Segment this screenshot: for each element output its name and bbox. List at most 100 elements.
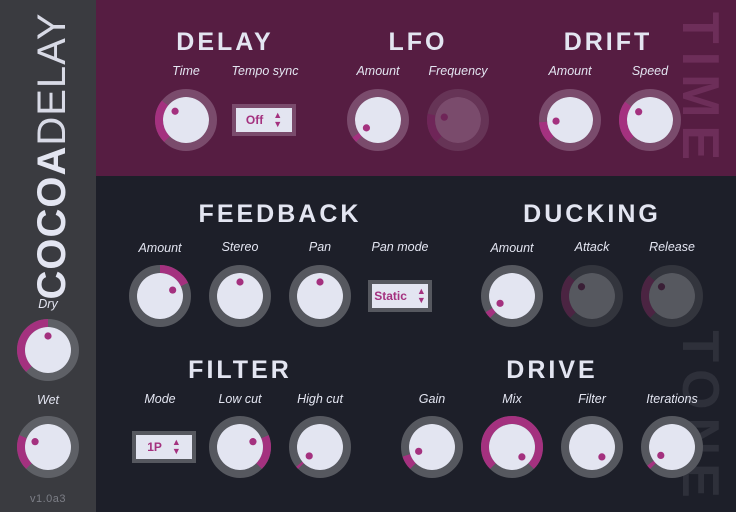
knob-indicator-dot <box>316 278 324 286</box>
knob-indicator-dot <box>169 286 177 294</box>
drive-filter-label: Filter <box>578 392 606 406</box>
sidebar: COCOADELAY Dry Wet v1.0a3 <box>0 0 96 512</box>
knob-graphic <box>209 265 271 327</box>
knob-face <box>569 424 615 470</box>
knob-graphic <box>289 416 351 478</box>
drive-gain-knob[interactable] <box>400 415 464 479</box>
knob-indicator-dot <box>415 447 423 455</box>
knob-indicator-dot <box>657 283 666 291</box>
knob-face <box>489 273 535 319</box>
drive-gain-label: Gain <box>418 392 446 406</box>
select-arrows-icon: ▲ ▼ <box>416 286 426 305</box>
knob-graphic <box>561 416 623 478</box>
ducking-release-label: Release <box>649 240 695 254</box>
drift-amount-knob[interactable] <box>538 88 602 152</box>
ducking-attack-knob[interactable] <box>560 264 624 328</box>
filter-section-title: FILTER <box>188 356 292 384</box>
knob-indicator-dot <box>440 113 448 121</box>
knob-indicator-dot <box>362 124 371 132</box>
knob-value-arc <box>485 307 496 318</box>
ducking-release-knob[interactable] <box>640 264 704 328</box>
drift-speed-knob[interactable] <box>618 88 682 152</box>
knob-indicator-dot <box>236 278 244 286</box>
ducking-amount-knob[interactable] <box>480 264 544 328</box>
feedback-pan-knob[interactable] <box>288 264 352 328</box>
filter-mode-label: Mode <box>144 392 176 406</box>
knob-face <box>137 273 183 319</box>
wet-label: Wet <box>37 393 59 407</box>
pan-mode-value: Static <box>374 289 407 303</box>
lfo-frequency-label: Frequency <box>428 64 488 78</box>
knob-graphic <box>155 89 217 151</box>
knob-face <box>627 97 673 143</box>
drift-amount-label: Amount <box>548 64 592 78</box>
knob-graphic <box>641 416 703 478</box>
wet-knob[interactable] <box>16 415 80 479</box>
knob-indicator-dot <box>31 438 39 446</box>
low-cut-label: Low cut <box>218 392 262 406</box>
knob-indicator-dot <box>305 452 313 460</box>
knob-value-arc <box>296 461 304 469</box>
feedback-stereo-knob[interactable] <box>208 264 272 328</box>
select-arrows-icon: ▲ ▼ <box>273 110 283 129</box>
drift-speed-label: Speed <box>631 64 669 78</box>
drive-iterations-label: Iterations <box>646 392 698 406</box>
high-cut-label: High cut <box>297 392 343 406</box>
delay-time-label: Time <box>172 64 200 78</box>
pan-mode-label: Pan mode <box>371 240 429 254</box>
knob-face <box>217 424 263 470</box>
tempo-sync-label: Tempo sync <box>231 64 299 78</box>
knob-indicator-dot <box>552 117 560 125</box>
drift-section-title: DRIFT <box>563 28 653 56</box>
knob-indicator-dot <box>577 283 586 291</box>
knob-graphic <box>17 416 79 478</box>
knob-indicator-dot <box>249 438 257 446</box>
delay-section-title: DELAY <box>176 28 274 56</box>
knob-indicator-dot <box>496 299 504 307</box>
drive-section-title: DRIVE <box>506 356 598 384</box>
knob-face <box>163 97 209 143</box>
lfo-frequency-knob[interactable] <box>426 88 490 152</box>
drive-filter-knob[interactable] <box>560 415 624 479</box>
select-arrows-icon: ▲ ▼ <box>171 437 181 456</box>
tempo-sync-select[interactable]: Off ▲ ▼ <box>232 104 296 136</box>
delay-time-knob[interactable] <box>154 88 218 152</box>
lfo-amount-label: Amount <box>356 64 400 78</box>
filter-mode-value: 1P <box>147 440 162 454</box>
knob-value-arc <box>352 132 362 142</box>
knob-indicator-dot <box>44 332 52 340</box>
ducking-section-title: DUCKING <box>523 200 661 228</box>
feedback-amount-knob[interactable] <box>128 264 192 328</box>
filter-mode-select[interactable]: 1P ▲ ▼ <box>132 431 196 463</box>
knob-graphic <box>481 265 543 327</box>
knob-face <box>569 273 615 319</box>
knob-graphic <box>209 416 271 478</box>
knob-face <box>435 97 481 143</box>
knob-graphic <box>347 89 409 151</box>
feedback-section-title: FEEDBACK <box>198 200 362 228</box>
tempo-sync-value: Off <box>245 113 264 127</box>
knob-graphic <box>289 265 351 327</box>
knob-graphic <box>641 265 703 327</box>
ducking-attack-label: Attack <box>574 240 610 254</box>
knob-indicator-dot <box>635 108 643 116</box>
feedback-amount-label: Amount <box>138 241 182 255</box>
knob-graphic <box>561 265 623 327</box>
knob-face <box>25 424 71 470</box>
lfo-amount-knob[interactable] <box>346 88 410 152</box>
knob-value-arc <box>647 460 656 469</box>
high-cut-knob[interactable] <box>288 415 352 479</box>
knob-indicator-dot <box>518 453 526 461</box>
knob-graphic <box>481 416 543 478</box>
app-title-bold: COCOA <box>30 145 74 300</box>
low-cut-knob[interactable] <box>208 415 272 479</box>
dry-knob[interactable] <box>16 318 80 382</box>
knob-indicator-dot <box>598 453 606 461</box>
knob-face <box>649 424 695 470</box>
pan-mode-select[interactable]: Static ▲ ▼ <box>368 280 432 312</box>
knob-face <box>409 424 455 470</box>
dry-label: Dry <box>38 297 58 311</box>
feedback-pan-label: Pan <box>308 240 332 254</box>
drive-mix-knob[interactable] <box>480 415 544 479</box>
drive-iterations-knob[interactable] <box>640 415 704 479</box>
